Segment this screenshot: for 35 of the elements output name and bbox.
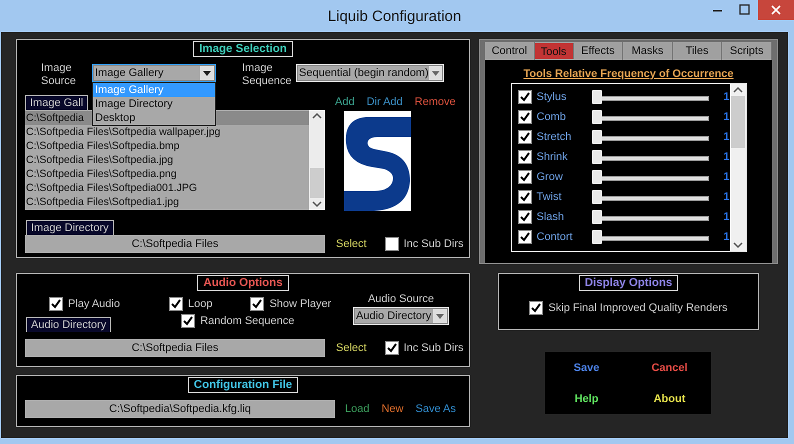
tool-label: Shrink bbox=[536, 151, 569, 163]
slider-value: 1 bbox=[723, 111, 730, 123]
checkbox-label: Inc Sub Dirs bbox=[404, 342, 464, 354]
slider-value: 1 bbox=[723, 191, 730, 203]
slider-value: 1 bbox=[723, 211, 730, 223]
tool-label: Slash bbox=[536, 211, 566, 223]
tool-label: Comb bbox=[536, 111, 567, 123]
checkbox-label: Random Sequence bbox=[200, 315, 294, 327]
gallery-header: Image Gall bbox=[25, 95, 88, 110]
audio-source-label: Audio Source bbox=[368, 293, 434, 305]
directory-header: Audio Directory bbox=[26, 317, 112, 332]
checkbox-label: Skip Final Improved Quality Renders bbox=[548, 302, 728, 314]
slider-value: 1 bbox=[723, 91, 730, 103]
panel-title: Display Options bbox=[578, 275, 678, 291]
tool-label: Contort bbox=[536, 231, 574, 243]
checkbox-label: Loop bbox=[188, 298, 212, 310]
tool-label: Twist bbox=[536, 191, 563, 203]
image-sequence-label: Image Sequence bbox=[242, 62, 293, 88]
panel-title: Image Selection bbox=[193, 41, 293, 57]
checkbox-label: Show Player bbox=[269, 298, 332, 310]
slider-value: 1 bbox=[723, 151, 730, 163]
directory-header: Image Directory bbox=[26, 220, 114, 235]
panel-title: Audio Options bbox=[197, 275, 289, 291]
tool-label: Stretch bbox=[536, 131, 572, 143]
slider-value: 1 bbox=[723, 131, 730, 143]
checkbox-label: Play Audio bbox=[68, 298, 120, 310]
checkbox-label: Inc Sub Dirs bbox=[404, 238, 464, 250]
image-source-label: Image Source bbox=[41, 62, 77, 88]
tools-heading: Tools Relative Frequency of Occurrence bbox=[523, 68, 734, 80]
slider-value: 1 bbox=[723, 171, 730, 183]
slider-value: 1 bbox=[723, 231, 730, 243]
tool-label: Stylus bbox=[536, 91, 568, 103]
window-title: Liquib Configuration bbox=[328, 8, 462, 24]
tool-label: Grow bbox=[536, 171, 564, 183]
panel-title: Configuration File bbox=[188, 377, 298, 393]
